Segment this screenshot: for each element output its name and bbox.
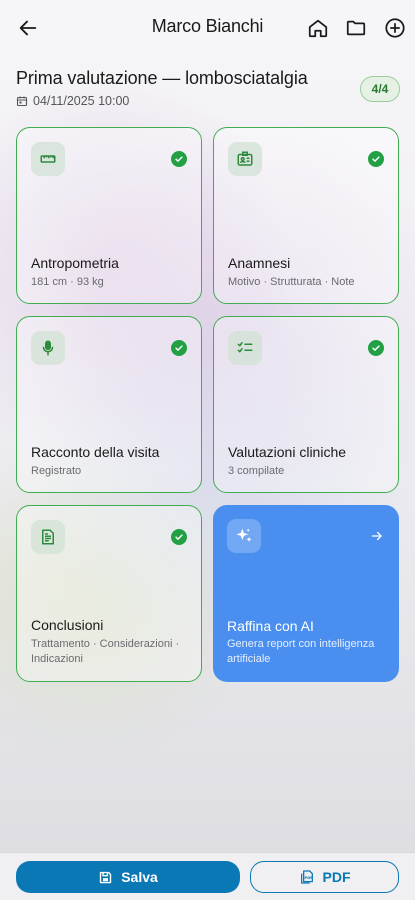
card-subtitle: 3 compilate	[228, 465, 285, 477]
card-anamnesi[interactable]: Anamnesi Motivo · Strutturata · Note	[213, 127, 399, 304]
id-card-icon	[237, 151, 253, 166]
calendar-icon	[16, 96, 28, 107]
home-icon	[308, 19, 328, 38]
folder-button[interactable]	[342, 14, 370, 42]
card-icon-box	[228, 331, 262, 365]
check-icon	[171, 529, 187, 545]
card-subtitle: Registrato	[31, 465, 82, 477]
check-icon	[171, 340, 187, 356]
check-icon	[368, 151, 384, 167]
card-antropometria[interactable]: Antropometria 181 cm · 93 kg	[16, 127, 202, 304]
card-icon-box	[228, 142, 262, 176]
card-conclusioni[interactable]: Conclusioni Trattamento · Considerazioni…	[16, 505, 202, 682]
app-header: Marco Bianchi	[0, 0, 415, 56]
evaluation-title: Prima valutazione — lombosciatalgia	[16, 68, 308, 88]
evaluation-date-row: 04/11/2025 10:00	[16, 94, 129, 108]
arrow-right-icon	[369, 528, 385, 544]
document-icon	[42, 529, 54, 545]
plus-circle-icon	[385, 18, 405, 38]
svg-text:PDF: PDF	[304, 876, 313, 880]
progress-badge: 4/4	[360, 76, 400, 102]
card-title: Conclusioni	[31, 617, 104, 633]
card-title: Antropometria	[31, 255, 119, 271]
card-subtitle: 181 cm · 93 kg	[31, 276, 104, 288]
save-icon	[100, 871, 112, 883]
home-button[interactable]	[304, 14, 332, 42]
folder-icon	[346, 20, 366, 36]
card-valutazioni-cliniche[interactable]: Valutazioni cliniche 3 compilate	[213, 316, 399, 493]
card-icon-box	[31, 142, 65, 176]
sparkles-icon	[236, 528, 252, 542]
card-icon-box	[31, 520, 65, 554]
microphone-icon	[42, 340, 54, 356]
card-title: Racconto della visita	[31, 444, 160, 460]
ruler-icon	[40, 155, 56, 163]
card-icon-box	[227, 519, 261, 553]
save-label: Salva	[121, 869, 158, 885]
card-title: Anamnesi	[228, 255, 291, 271]
pdf-button[interactable]: PDF PDF	[250, 861, 399, 893]
card-subtitle: Genera report con intelligenza artificia…	[227, 638, 375, 665]
card-subtitle: Motivo · Strutturata · Note	[228, 276, 355, 288]
save-button[interactable]: Salva	[16, 861, 240, 893]
card-racconto-visita[interactable]: Racconto della visita Registrato	[16, 316, 202, 493]
check-icon	[171, 151, 187, 167]
bottom-action-bar: Salva PDF PDF	[0, 852, 415, 900]
pdf-icon: PDF	[300, 870, 313, 884]
card-title: Raffina con AI	[227, 618, 314, 634]
card-icon-box	[31, 331, 65, 365]
card-raffina-ai[interactable]: Raffina con AI Genera report con intelli…	[213, 505, 399, 682]
checklist-icon	[237, 342, 253, 353]
card-subtitle: Trattamento · Considerazioni · Indicazio…	[31, 638, 180, 665]
add-button[interactable]	[381, 14, 409, 42]
card-title: Valutazioni cliniche	[228, 444, 347, 460]
check-icon	[368, 340, 384, 356]
evaluation-date: 04/11/2025 10:00	[33, 94, 130, 108]
pdf-label: PDF	[322, 869, 351, 885]
